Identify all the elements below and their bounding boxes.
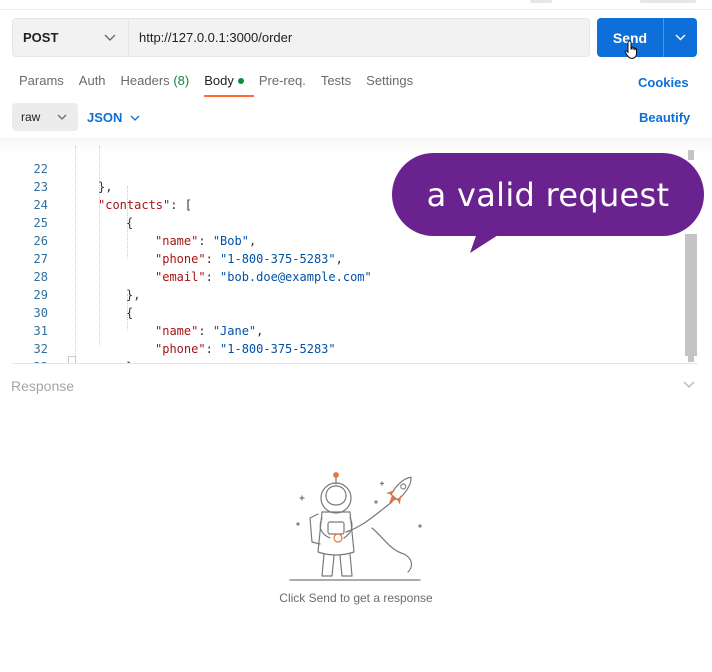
body-mode-label: raw xyxy=(21,110,41,124)
fold-marker-icon[interactable] xyxy=(68,356,76,363)
send-options-button[interactable] xyxy=(664,34,697,41)
code-line: 28 }, xyxy=(12,250,672,302)
chevron-down-icon[interactable] xyxy=(683,381,695,389)
request-url-bar: POST http://127.0.0.1:3000/order xyxy=(12,18,590,57)
send-button[interactable]: Send xyxy=(597,18,697,57)
chevron-down-icon xyxy=(675,34,686,41)
code-line: 32 } xyxy=(12,322,672,363)
body-language-select[interactable]: JSON xyxy=(87,110,140,125)
line-number: 33 xyxy=(12,358,48,363)
tab-label: Auth xyxy=(78,73,106,88)
code-text: } xyxy=(126,360,133,363)
scrollbar-cap xyxy=(688,352,694,362)
tab-label: Params xyxy=(19,73,64,88)
scrollbar-thumb[interactable] xyxy=(685,234,697,356)
code-line: 31 "phone": "1-800-375-5283" xyxy=(12,304,672,356)
code-line: 30 "name": "Jane", xyxy=(12,286,672,338)
callout-tail xyxy=(470,230,506,253)
astronaut-rocket-illustration xyxy=(289,472,422,581)
tab-body[interactable]: Body xyxy=(204,72,254,98)
tab-label: Body xyxy=(204,73,234,88)
tab-auth[interactable]: Auth xyxy=(79,72,106,98)
headers-count-badge: (8) xyxy=(173,73,190,88)
tab-label: Headers xyxy=(120,73,170,88)
tab-headers[interactable]: Headers (8) xyxy=(121,72,190,98)
chevron-down-icon xyxy=(130,115,140,121)
top-stub xyxy=(640,0,696,3)
code-line: 33 ] xyxy=(12,340,672,363)
empty-response-hint: Click Send to get a response xyxy=(279,591,433,605)
chevron-down-icon xyxy=(57,114,67,120)
hand-cursor-icon xyxy=(624,40,637,59)
beautify-link[interactable]: Beautify xyxy=(639,110,690,125)
tab-label: Pre-req. xyxy=(258,73,306,88)
tab-pre-request[interactable]: Pre-req. xyxy=(259,72,306,98)
top-stub xyxy=(530,0,552,3)
scrollbar-cap xyxy=(688,150,694,160)
body-language-label: JSON xyxy=(87,110,123,125)
tab-label: Settings xyxy=(366,73,414,88)
top-divider xyxy=(0,0,712,10)
modified-dot-icon xyxy=(237,78,244,84)
tab-settings[interactable]: Settings xyxy=(366,72,413,98)
request-tabs: Params Auth Headers (8) Body Pre-req. Te… xyxy=(19,72,428,98)
cookies-link[interactable]: Cookies xyxy=(638,75,689,90)
method-label: POST xyxy=(23,30,59,45)
url-input[interactable]: http://127.0.0.1:3000/order xyxy=(129,30,292,45)
tab-tests[interactable]: Tests xyxy=(321,72,351,98)
body-mode-select[interactable]: raw xyxy=(12,103,78,131)
code-line: 29 { xyxy=(12,268,672,320)
method-select[interactable]: POST xyxy=(13,19,129,56)
callout-bubble: a valid request xyxy=(392,153,704,236)
tab-label: Tests xyxy=(320,73,352,88)
tab-params[interactable]: Params xyxy=(19,72,64,98)
chevron-down-icon xyxy=(104,34,116,41)
response-title[interactable]: Response xyxy=(11,378,74,394)
